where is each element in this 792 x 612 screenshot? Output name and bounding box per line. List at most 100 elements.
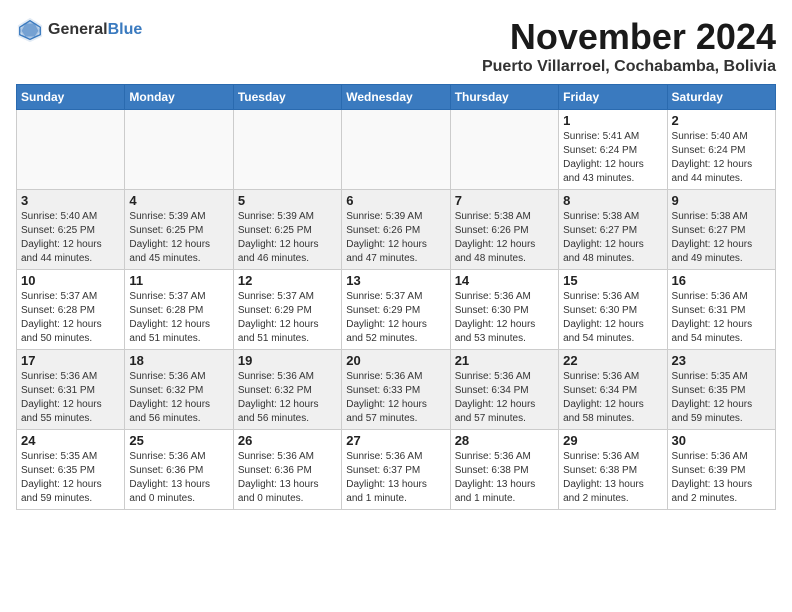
calendar-cell: 24 Sunrise: 5:35 AM Sunset: 6:35 PM Dayli… bbox=[17, 430, 125, 510]
day-number: 28 bbox=[455, 433, 554, 448]
day-number: 3 bbox=[21, 193, 120, 208]
day-number: 21 bbox=[455, 353, 554, 368]
calendar-cell: 26 Sunrise: 5:36 AM Sunset: 6:36 PM Dayli… bbox=[233, 430, 341, 510]
day-detail: Sunrise: 5:37 AM Sunset: 6:28 PM Dayligh… bbox=[21, 290, 120, 346]
day-detail: Sunrise: 5:40 AM Sunset: 6:25 PM Dayligh… bbox=[21, 210, 120, 266]
calendar-cell: 2 Sunrise: 5:40 AM Sunset: 6:24 PM Daylig… bbox=[667, 110, 775, 190]
calendar-cell: 12Sunrise: 5:37 AM Sunset: 6:29 PM Dayli… bbox=[233, 270, 341, 350]
day-number: 7 bbox=[455, 193, 554, 208]
calendar-cell: 20Sunrise: 5:36 AM Sunset: 6:33 PM Dayli… bbox=[342, 350, 450, 430]
day-number: 23 bbox=[672, 353, 771, 368]
day-number: 8 bbox=[563, 193, 662, 208]
calendar-cell: 9Sunrise: 5:38 AM Sunset: 6:27 PM Daylig… bbox=[667, 190, 775, 270]
day-number: 15 bbox=[563, 273, 662, 288]
day-number: 1 bbox=[563, 113, 662, 128]
day-number: 20 bbox=[346, 353, 445, 368]
logo: GeneralBlue bbox=[16, 16, 142, 44]
calendar-cell bbox=[125, 110, 233, 190]
calendar-cell: 21 Sunrise: 5:36 AM Sunset: 6:34 PM Dayli… bbox=[450, 350, 558, 430]
title-area: November 2024 Puerto Villarroel, Cochaba… bbox=[482, 16, 776, 76]
calendar-week-0: 1 Sunrise: 5:41 AM Sunset: 6:24 PM Daylig… bbox=[17, 110, 776, 190]
calendar-cell: 4Sunrise: 5:39 AM Sunset: 6:25 PM Daylig… bbox=[125, 190, 233, 270]
day-number: 27 bbox=[346, 433, 445, 448]
day-detail: Sunrise: 5:35 AM Sunset: 6:35 PM Dayligh… bbox=[672, 370, 771, 426]
day-number: 19 bbox=[238, 353, 337, 368]
day-detail: Sunrise: 5:39 AM Sunset: 6:26 PM Dayligh… bbox=[346, 210, 445, 266]
col-header-saturday: Saturday bbox=[667, 85, 775, 110]
day-number: 10 bbox=[21, 273, 120, 288]
calendar-cell: 19 Sunrise: 5:36 AM Sunset: 6:32 PM Dayli… bbox=[233, 350, 341, 430]
calendar-cell: 7 Sunrise: 5:38 AM Sunset: 6:26 PM Daylig… bbox=[450, 190, 558, 270]
col-header-thursday: Thursday bbox=[450, 85, 558, 110]
day-detail: Sunrise: 5:36 AM Sunset: 6:30 PM Dayligh… bbox=[455, 290, 554, 346]
calendar-cell bbox=[450, 110, 558, 190]
day-number: 25 bbox=[129, 433, 228, 448]
logo-text: GeneralBlue bbox=[48, 21, 142, 39]
calendar-week-3: 17 Sunrise: 5:36 AM Sunset: 6:31 PM Dayli… bbox=[17, 350, 776, 430]
calendar-cell: 14 Sunrise: 5:36 AM Sunset: 6:30 PM Dayli… bbox=[450, 270, 558, 350]
day-number: 2 bbox=[672, 113, 771, 128]
calendar-cell: 29 Sunrise: 5:36 AM Sunset: 6:38 PM Dayli… bbox=[559, 430, 667, 510]
calendar-cell: 5Sunrise: 5:39 AM Sunset: 6:25 PM Daylig… bbox=[233, 190, 341, 270]
day-detail: Sunrise: 5:40 AM Sunset: 6:24 PM Dayligh… bbox=[672, 130, 771, 186]
calendar-cell: 23 Sunrise: 5:35 AM Sunset: 6:35 PM Dayli… bbox=[667, 350, 775, 430]
day-number: 22 bbox=[563, 353, 662, 368]
day-detail: Sunrise: 5:36 AM Sunset: 6:38 PM Dayligh… bbox=[563, 450, 662, 506]
day-detail: Sunrise: 5:36 AM Sunset: 6:30 PM Dayligh… bbox=[563, 290, 662, 346]
day-detail: Sunrise: 5:37 AM Sunset: 6:28 PM Dayligh… bbox=[129, 290, 228, 346]
day-detail: Sunrise: 5:36 AM Sunset: 6:32 PM Dayligh… bbox=[238, 370, 337, 426]
header: GeneralBlue November 2024 Puerto Villarr… bbox=[16, 16, 776, 76]
day-number: 26 bbox=[238, 433, 337, 448]
day-detail: Sunrise: 5:38 AM Sunset: 6:27 PM Dayligh… bbox=[563, 210, 662, 266]
day-detail: Sunrise: 5:36 AM Sunset: 6:38 PM Dayligh… bbox=[455, 450, 554, 506]
calendar-body: 1 Sunrise: 5:41 AM Sunset: 6:24 PM Daylig… bbox=[17, 110, 776, 510]
calendar-cell: 8 Sunrise: 5:38 AM Sunset: 6:27 PM Daylig… bbox=[559, 190, 667, 270]
day-detail: Sunrise: 5:36 AM Sunset: 6:31 PM Dayligh… bbox=[21, 370, 120, 426]
logo-icon bbox=[16, 16, 44, 44]
day-number: 18 bbox=[129, 353, 228, 368]
calendar-title: November 2024 bbox=[482, 16, 776, 58]
calendar-cell: 30Sunrise: 5:36 AM Sunset: 6:39 PM Dayli… bbox=[667, 430, 775, 510]
calendar-cell: 3 Sunrise: 5:40 AM Sunset: 6:25 PM Daylig… bbox=[17, 190, 125, 270]
day-detail: Sunrise: 5:38 AM Sunset: 6:26 PM Dayligh… bbox=[455, 210, 554, 266]
calendar-cell: 10 Sunrise: 5:37 AM Sunset: 6:28 PM Dayli… bbox=[17, 270, 125, 350]
day-detail: Sunrise: 5:36 AM Sunset: 6:34 PM Dayligh… bbox=[455, 370, 554, 426]
calendar-cell: 18 Sunrise: 5:36 AM Sunset: 6:32 PM Dayli… bbox=[125, 350, 233, 430]
calendar-cell bbox=[233, 110, 341, 190]
calendar-cell: 1 Sunrise: 5:41 AM Sunset: 6:24 PM Daylig… bbox=[559, 110, 667, 190]
day-detail: Sunrise: 5:36 AM Sunset: 6:37 PM Dayligh… bbox=[346, 450, 445, 506]
calendar-week-1: 3 Sunrise: 5:40 AM Sunset: 6:25 PM Daylig… bbox=[17, 190, 776, 270]
day-number: 30 bbox=[672, 433, 771, 448]
calendar-cell: 16Sunrise: 5:36 AM Sunset: 6:31 PM Dayli… bbox=[667, 270, 775, 350]
day-detail: Sunrise: 5:41 AM Sunset: 6:24 PM Dayligh… bbox=[563, 130, 662, 186]
calendar-subtitle: Puerto Villarroel, Cochabamba, Bolivia bbox=[482, 58, 776, 76]
col-header-sunday: Sunday bbox=[17, 85, 125, 110]
calendar-cell: 13Sunrise: 5:37 AM Sunset: 6:29 PM Dayli… bbox=[342, 270, 450, 350]
day-number: 14 bbox=[455, 273, 554, 288]
day-number: 16 bbox=[672, 273, 771, 288]
day-detail: Sunrise: 5:36 AM Sunset: 6:36 PM Dayligh… bbox=[129, 450, 228, 506]
day-number: 24 bbox=[21, 433, 120, 448]
day-detail: Sunrise: 5:36 AM Sunset: 6:36 PM Dayligh… bbox=[238, 450, 337, 506]
day-detail: Sunrise: 5:35 AM Sunset: 6:35 PM Dayligh… bbox=[21, 450, 120, 506]
day-number: 4 bbox=[129, 193, 228, 208]
calendar-cell: 17 Sunrise: 5:36 AM Sunset: 6:31 PM Dayli… bbox=[17, 350, 125, 430]
day-number: 13 bbox=[346, 273, 445, 288]
day-number: 17 bbox=[21, 353, 120, 368]
col-header-monday: Monday bbox=[125, 85, 233, 110]
calendar-cell: 28 Sunrise: 5:36 AM Sunset: 6:38 PM Dayli… bbox=[450, 430, 558, 510]
calendar-cell: 11 Sunrise: 5:37 AM Sunset: 6:28 PM Dayli… bbox=[125, 270, 233, 350]
calendar-cell bbox=[17, 110, 125, 190]
calendar-cell: 25 Sunrise: 5:36 AM Sunset: 6:36 PM Dayli… bbox=[125, 430, 233, 510]
day-number: 29 bbox=[563, 433, 662, 448]
calendar-week-2: 10 Sunrise: 5:37 AM Sunset: 6:28 PM Dayli… bbox=[17, 270, 776, 350]
calendar-table: SundayMondayTuesdayWednesdayThursdayFrid… bbox=[16, 84, 776, 510]
calendar-cell bbox=[342, 110, 450, 190]
day-number: 11 bbox=[129, 273, 228, 288]
day-detail: Sunrise: 5:36 AM Sunset: 6:32 PM Dayligh… bbox=[129, 370, 228, 426]
col-header-friday: Friday bbox=[559, 85, 667, 110]
calendar-cell: 6Sunrise: 5:39 AM Sunset: 6:26 PM Daylig… bbox=[342, 190, 450, 270]
calendar-cell: 27 Sunrise: 5:36 AM Sunset: 6:37 PM Dayli… bbox=[342, 430, 450, 510]
day-detail: Sunrise: 5:39 AM Sunset: 6:25 PM Dayligh… bbox=[238, 210, 337, 266]
calendar-cell: 15 Sunrise: 5:36 AM Sunset: 6:30 PM Dayli… bbox=[559, 270, 667, 350]
